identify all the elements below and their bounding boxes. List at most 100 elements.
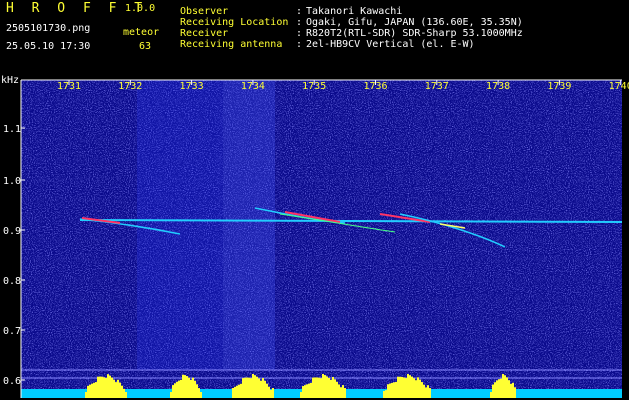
noise-band: [223, 80, 275, 370]
signal-bar: [427, 385, 429, 398]
signal-bar: [95, 382, 97, 398]
signal-bar: [272, 388, 274, 398]
signal-bar: [196, 384, 198, 398]
signal-bar: [109, 375, 111, 398]
signal-bar: [252, 374, 254, 398]
signal-bar: [103, 377, 105, 398]
signal-bar: [240, 383, 242, 398]
signal-bar: [302, 386, 304, 398]
x-tick-label: 1737: [425, 81, 449, 92]
signal-bar: [322, 374, 324, 398]
signal-bar: [500, 378, 502, 398]
y-tick-label: 0.7: [3, 326, 21, 337]
signal-bar: [312, 377, 314, 398]
signal-bar: [115, 382, 117, 398]
signal-bar: [403, 377, 405, 398]
signal-bar: [232, 388, 234, 398]
signal-bar: [502, 374, 504, 398]
spectrogram-field: [21, 80, 622, 398]
signal-bar: [387, 384, 389, 398]
signal-bar: [101, 376, 103, 398]
signal-bar: [254, 375, 256, 398]
signal-bar: [264, 380, 266, 398]
signal-bar: [492, 384, 494, 398]
signal-bar: [246, 377, 248, 398]
signal-bar: [184, 375, 186, 398]
signal-bar: [182, 374, 184, 398]
signal-bar: [306, 384, 308, 398]
signal-bar: [99, 376, 101, 398]
signal-bar: [514, 387, 516, 398]
signal-bar: [121, 385, 123, 398]
signal-bar: [326, 376, 328, 398]
signal-bar: [268, 386, 270, 398]
signal-bar: [190, 379, 192, 398]
signal-bar: [498, 379, 500, 398]
signal-bar: [314, 377, 316, 398]
signal-bar: [105, 378, 107, 398]
signal-bar: [391, 382, 393, 398]
signal-bar: [250, 378, 252, 398]
signal-bar: [399, 376, 401, 398]
signal-bar: [496, 380, 498, 398]
signal-bar: [256, 376, 258, 398]
signal-bar: [423, 384, 425, 398]
signal-bar: [236, 385, 238, 398]
signal-bar: [304, 385, 306, 398]
signal-bar: [419, 379, 421, 398]
y-tick-label: 0.6: [3, 376, 21, 387]
signal-bar: [113, 379, 115, 398]
x-tick-label: 1733: [180, 81, 204, 92]
signal-bar: [393, 382, 395, 398]
signal-bar: [308, 383, 310, 398]
signal-bar: [93, 382, 95, 398]
signal-bar: [97, 376, 99, 398]
signal-bar: [508, 380, 510, 398]
signal-bar: [397, 376, 399, 398]
signal-bar: [336, 381, 338, 398]
signal-bar: [170, 392, 172, 398]
y-tick-label: 0.8: [3, 276, 21, 287]
signal-bar: [174, 383, 176, 398]
signal-bar: [176, 381, 178, 398]
signal-bar: [260, 380, 262, 398]
signal-bar: [300, 392, 302, 398]
signal-bar: [383, 391, 385, 398]
signal-bar: [262, 378, 264, 398]
x-tick-label: 1740: [609, 81, 629, 92]
x-tick-label: 1739: [547, 81, 571, 92]
y-tick-label: 0.9: [3, 226, 21, 237]
signal-bar: [401, 376, 403, 398]
signal-bar: [85, 392, 87, 398]
noise-band: [137, 80, 223, 370]
signal-bar: [409, 375, 411, 398]
x-tick-label: 1735: [302, 81, 326, 92]
signal-bar: [395, 381, 397, 398]
spectrogram: 1731 1732 1733 1734 1735 1736 1737 1738 1739 1740…: [3, 79, 629, 398]
signal-bar: [421, 382, 423, 398]
signal-bar: [510, 383, 512, 398]
signal-bar: [180, 379, 182, 398]
signal-bar: [494, 382, 496, 398]
signal-bar: [340, 387, 342, 398]
signal-bar: [178, 380, 180, 398]
signal-bar: [200, 392, 202, 398]
signal-bar: [188, 377, 190, 398]
signal-bar: [330, 379, 332, 398]
signal-bar: [334, 379, 336, 398]
x-tick-label: 1736: [363, 81, 387, 92]
signal-bar: [324, 375, 326, 398]
y-axis-unit: kHz: [1, 75, 20, 86]
signal-bar: [91, 383, 93, 398]
signal-bar: [389, 383, 391, 398]
signal-bar: [512, 382, 514, 398]
signal-bar: [242, 378, 244, 398]
y-tick-label: 1.1: [3, 124, 21, 135]
signal-bar: [119, 382, 121, 398]
signal-bar: [248, 377, 250, 398]
signal-bar: [417, 377, 419, 398]
x-tick-label: 1734: [241, 81, 265, 92]
signal-bar: [407, 374, 409, 398]
signal-bar: [405, 378, 407, 398]
spectrogram-noise: [21, 80, 622, 398]
